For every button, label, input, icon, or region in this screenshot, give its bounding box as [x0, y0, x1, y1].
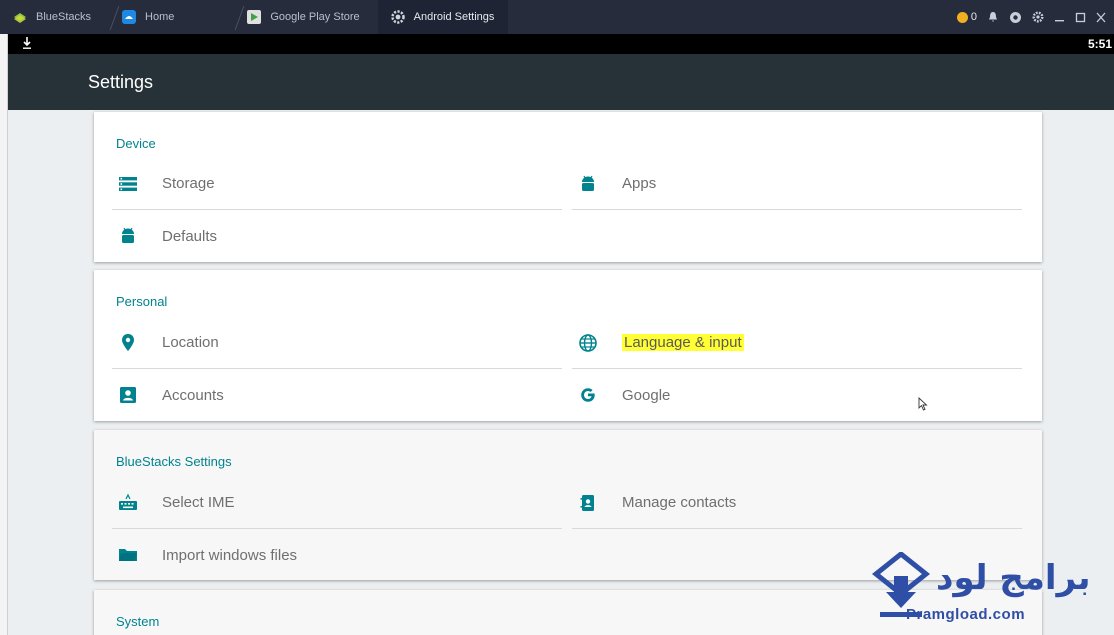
tab-bluestacks[interactable]: BlueStacks [0, 0, 120, 34]
tab-google-play-store[interactable]: Google Play Store [234, 0, 389, 34]
section-title: System [116, 614, 160, 629]
setting-manage-contacts[interactable]: Manage contacts [572, 477, 1022, 529]
setting-apps[interactable]: Apps [572, 158, 1022, 210]
location-pin-icon [122, 333, 134, 351]
watermark-site-text: Pramgload.com [906, 606, 1026, 623]
google-g-icon [581, 388, 595, 402]
maximize-icon[interactable] [1075, 12, 1086, 23]
desktop-edge [0, 34, 8, 635]
play-store-icon [247, 10, 262, 24]
setting-storage[interactable]: Storage [112, 158, 562, 210]
tab-label: BlueStacks [36, 11, 92, 23]
contacts-icon [580, 494, 594, 511]
settings-gear-icon[interactable] [1032, 11, 1044, 23]
setting-label: Location [162, 334, 219, 351]
minimize-icon[interactable] [1054, 12, 1065, 23]
camera-icon[interactable] [1009, 11, 1022, 24]
section-title: Personal [116, 294, 168, 309]
setting-label: Select IME [162, 494, 235, 511]
setting-location[interactable]: Location [112, 317, 562, 369]
bluestacks-title-bar: BlueStacks Home Google Play Store Androi… [0, 0, 1114, 34]
setting-import-windows-files[interactable]: Import windows files [112, 529, 562, 581]
window-controls: 0 [956, 0, 1114, 34]
section-device: Device Storage Apps Defaults [94, 112, 1042, 262]
tab-label: Android Settings [413, 11, 495, 23]
setting-label: Apps [622, 175, 657, 192]
mouse-cursor-icon [918, 397, 928, 411]
section-title: Device [116, 136, 156, 151]
setting-google[interactable]: Google [572, 369, 1022, 421]
folder-icon [119, 549, 137, 561]
gear-icon [390, 10, 405, 24]
android-icon [582, 175, 594, 191]
setting-label: Google [622, 386, 671, 404]
home-icon [122, 10, 137, 24]
watermark-arabic-text: برامج لود [936, 558, 1091, 598]
setting-language-input[interactable]: Language & input [572, 317, 1022, 369]
setting-select-ime[interactable]: Select IME [112, 477, 562, 529]
globe-icon [579, 333, 597, 352]
coin-counter[interactable]: 0 [956, 11, 977, 23]
setting-label: Manage contacts [622, 494, 737, 511]
section-title: BlueStacks Settings [116, 454, 232, 469]
page-title: Settings [88, 72, 154, 92]
setting-accounts[interactable]: Accounts [112, 369, 562, 421]
coin-count: 0 [970, 11, 977, 23]
tab-android-settings[interactable]: Android Settings [377, 0, 509, 34]
tab-label: Google Play Store [270, 11, 360, 23]
setting-label: Import windows files [162, 546, 298, 564]
app-bar: Settings [8, 54, 1114, 110]
bluestacks-logo-icon [14, 13, 26, 23]
setting-label: Defaults [162, 227, 218, 245]
setting-label: Language & input [622, 334, 744, 351]
storage-icon [119, 176, 137, 191]
setting-label: Accounts [162, 386, 224, 404]
keyboard-icon [119, 493, 137, 510]
account-box-icon [120, 387, 136, 403]
tab-home[interactable]: Home [109, 0, 245, 34]
download-notification-icon [23, 37, 31, 49]
pramgload-watermark: برامج لود Pramgload.com [866, 552, 1096, 628]
clock: 5:51 [1087, 37, 1112, 51]
coin-icon [956, 11, 968, 23]
tab-label: Home [145, 11, 175, 23]
android-status-bar: 5:51 [8, 34, 1114, 54]
android-icon [122, 227, 134, 243]
bell-icon[interactable] [987, 11, 999, 23]
section-personal: Personal Location Language & input Accou… [94, 270, 1042, 421]
close-icon[interactable] [1096, 12, 1106, 23]
setting-label: Storage [162, 175, 215, 192]
setting-defaults[interactable]: Defaults [112, 210, 562, 262]
